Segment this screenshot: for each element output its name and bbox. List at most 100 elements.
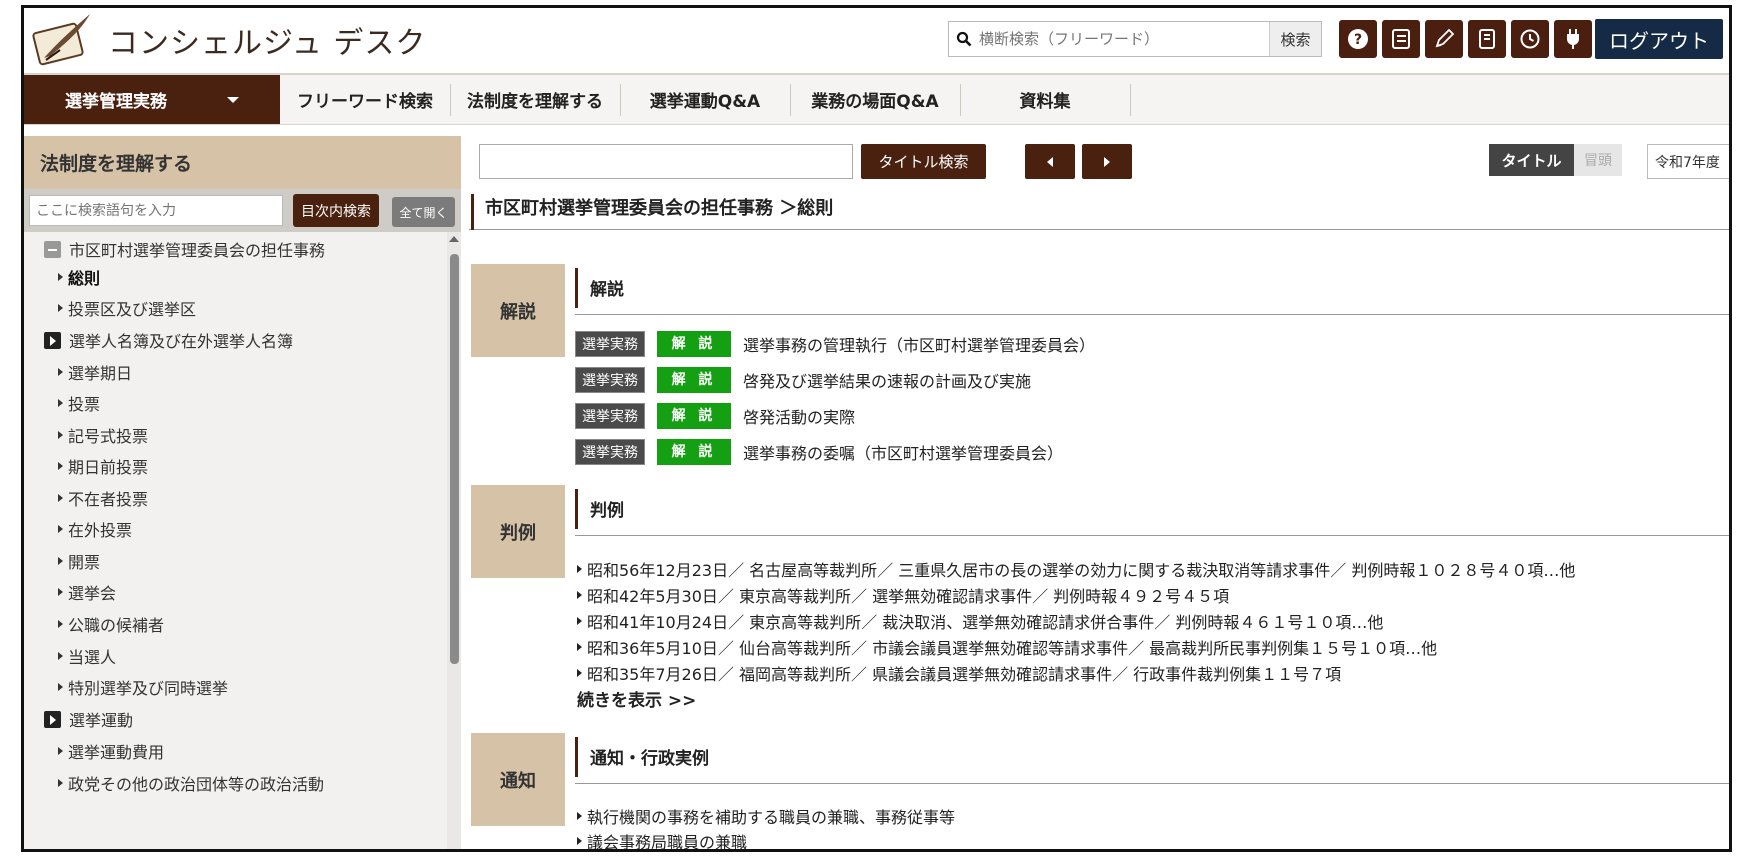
nav-item-election-management[interactable]: 選挙管理実務 [24,75,280,124]
cross-search-input[interactable] [979,23,1269,55]
nav-item-legal-system[interactable]: 法制度を理解する [450,75,620,124]
toc-search-button[interactable]: 目次内検索 [293,194,379,227]
precedent-link[interactable]: 昭和56年12月23日／ 名古屋高等裁判所／ 三重県久居市の長の選挙の効力に関す… [577,557,1575,581]
caret-right-icon [577,669,582,677]
tree-item[interactable]: 公職の候補者 [24,608,434,640]
tree-item-label: 選挙人名簿及び在外選挙人名簿 [69,332,294,351]
view-title-toggle[interactable]: タイトル [1489,144,1574,176]
category-badge: 選挙実務 [575,439,645,465]
help-button[interactable]: ? [1339,20,1377,58]
pen-icon [1435,28,1455,48]
title-search-button[interactable]: タイトル検索 [861,144,986,179]
type-badge: 解 説 [657,367,731,393]
type-badge: 解 説 [657,439,731,465]
precedent-link[interactable]: 昭和42年5月30日／ 東京高等裁判所／ 選挙無効確認請求事件／ 判例時報４９２… [577,583,1229,607]
tree-item[interactable]: 投票 [24,387,434,419]
caret-right-icon [58,683,63,691]
scroll-up-arrow-icon[interactable] [449,236,459,242]
tree-item[interactable]: 選挙運動費用 [24,735,434,767]
tree-item-voter-list[interactable]: 選挙人名簿及び在外選挙人名簿 [24,324,434,356]
nav-item-free-word-search[interactable]: フリーワード検索 [280,75,450,124]
precedent-link[interactable]: 昭和35年7月26日／ 福岡高等裁判所／ 県議会議員選挙無効確認請求事件／ 行政… [577,661,1341,685]
notice-link[interactable]: 議会事務局職員の兼職 [577,829,747,849]
tree-item-campaign[interactable]: 選挙運動 [24,703,434,735]
type-badge: 解 説 [657,403,731,429]
precedent-link[interactable]: 昭和36年5月10日／ 仙台高等裁判所／ 市議会議員選挙無効確認等請求事件／ 最… [577,635,1437,659]
notebook-icon [1479,29,1495,49]
cross-search-button[interactable]: 検索 [1269,22,1321,56]
nav-item-work-scene-qa[interactable]: 業務の場面Q&A [790,75,960,124]
breadcrumb: 市区町村選挙管理委員会の担任事務 ＞総則 [469,184,1729,230]
commentary-item[interactable]: 選挙実務 解 説 啓発活動の実際 [575,401,855,431]
toc-search-input[interactable] [29,195,283,226]
notice-link[interactable]: 執行機関の事務を補助する職員の兼職、事務従事等 [577,804,955,828]
tree-item[interactable]: 政党その他の政治団体等の政治活動 [24,767,434,799]
category-badge: 選挙実務 [575,331,645,357]
search-icon [949,22,979,56]
commentary-title: 啓発活動の実際 [743,408,856,427]
logout-button[interactable]: ログアウト [1595,19,1723,59]
tree-item[interactable]: 記号式投票 [24,419,434,451]
tree-item[interactable]: 当選人 [24,640,434,672]
commentary-title: 啓発及び選挙結果の速報の計画及び実施 [743,372,1032,391]
history-button[interactable] [1511,20,1549,58]
brand-title: コンシェルジュ デスク [108,26,427,61]
sidebar-scrollbar[interactable] [447,232,461,849]
prev-button[interactable] [1025,144,1075,179]
tree-item-label: 選挙会 [68,584,117,603]
tree-item-label: 不在者投票 [68,490,149,509]
precedent-link[interactable]: 昭和41年10月24日／ 東京高等裁判所／ 裁決取消、選挙無効確認請求併合事件／… [577,609,1383,633]
tree-item[interactable]: 投票区及び選挙区 [24,292,434,324]
main-content: タイトル検索 タイトル 冒頭 令和7年度 市区町村選挙管理委員会の担任事務 ＞総… [469,125,1729,849]
collapse-icon [44,240,61,258]
nav-item-materials[interactable]: 資料集 [960,75,1130,124]
commentary-item[interactable]: 選挙実務 解 説 啓発及び選挙結果の速報の計画及び実施 [575,365,1031,395]
commentary-item[interactable]: 選挙実務 解 説 選挙事務の委嘱（市区町村選挙管理委員会） [575,437,1063,467]
commentary-title: 選挙事務の管理執行（市区町村選挙管理委員会） [743,336,1096,355]
tree-item[interactable]: 期日前投票 [24,450,434,482]
pen-button[interactable] [1425,20,1463,58]
sidebar: 法制度を理解する 目次内検索 全て開く 市区町村選挙管理委員会の担任事務 総則 … [24,136,461,849]
caret-right-icon [58,462,63,470]
tree-item-label: 投票 [68,395,101,414]
section-tab-commentary: 解説 [471,264,565,357]
show-more-link[interactable]: 続きを表示 >> [577,685,696,711]
tree-item-label: 政党その他の政治団体等の政治活動 [68,775,325,794]
expand-all-button[interactable]: 全て開く [392,197,455,227]
help-icon: ? [1348,29,1368,49]
tree-item[interactable]: 不在者投票 [24,482,434,514]
plug-button[interactable] [1554,20,1592,58]
tree-item-general[interactable]: 総則 [24,261,434,293]
tree-item[interactable]: 開票 [24,545,434,577]
bookmark-list-button[interactable] [1382,20,1420,58]
notebook-button[interactable] [1468,20,1506,58]
title-search-input[interactable] [479,144,853,179]
view-head-toggle[interactable]: 冒頭 [1574,144,1622,176]
tree-item-label: 特別選挙及び同時選挙 [68,679,229,698]
nav-item-campaign-qa[interactable]: 選挙運動Q&A [620,75,790,124]
tree-item[interactable]: 選挙会 [24,576,434,608]
tree-item[interactable]: 選挙期日 [24,356,434,388]
caret-right-icon [58,525,63,533]
tree-item[interactable]: 特別選挙及び同時選挙 [24,671,434,703]
precedent-text: 昭和56年12月23日／ 名古屋高等裁判所／ 三重県久居市の長の選挙の効力に関す… [587,561,1576,580]
next-button[interactable] [1082,144,1132,179]
caret-right-icon [577,837,582,845]
history-icon [1520,29,1540,49]
caret-right-icon [577,617,582,625]
plug-icon [1567,29,1579,49]
year-select[interactable]: 令和7年度 [1647,144,1729,179]
caret-right-icon [58,399,63,407]
caret-right-icon [577,565,582,573]
tree-item-label: 市区町村選挙管理委員会の担任事務 [69,241,326,260]
tree-item-label: 選挙期日 [68,364,133,383]
precedent-text: 昭和36年5月10日／ 仙台高等裁判所／ 市議会議員選挙無効確認等請求事件／ 最… [587,639,1438,658]
caret-right-icon [58,273,63,281]
caret-right-icon [58,588,63,596]
caret-right-icon [58,494,63,502]
tree-item[interactable]: 在外投票 [24,513,434,545]
scroll-thumb[interactable] [450,254,459,664]
commentary-item[interactable]: 選挙実務 解 説 選挙事務の管理執行（市区町村選挙管理委員会） [575,329,1095,359]
section-heading-notices: 通知・行政実例 [575,729,1729,784]
year-select-value: 令和7年度 [1655,154,1720,171]
